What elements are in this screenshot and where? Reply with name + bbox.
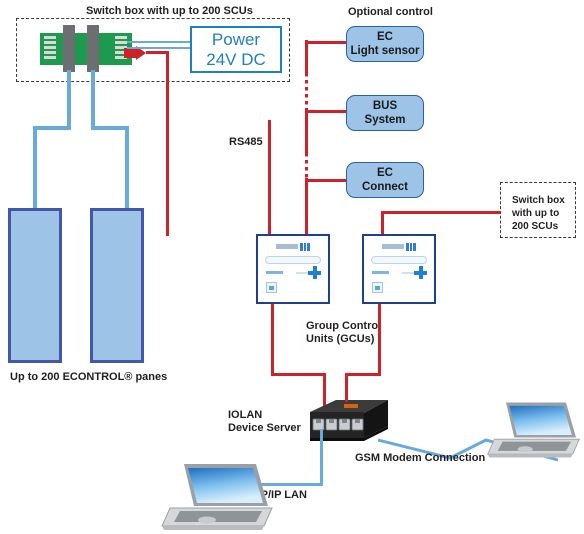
power-wire-top [127,41,191,43]
rs485-wire-vertical [166,51,169,236]
right-switchbox-wire-v [381,211,384,236]
gsm-modem-label: GSM Modem Connection [355,452,486,464]
gcu-2-slider[interactable] [371,256,427,264]
group-control-unit-1[interactable] [256,234,330,304]
gcu-2-plus-icon[interactable] [414,266,427,279]
bus-system-line-1: BUS [372,100,398,112]
scu-module-1 [63,25,75,72]
gcu1-top-wire [268,120,271,236]
branch-light-sensor [305,41,349,44]
gcu-1-slider[interactable] [265,256,321,264]
gcu1-to-iolan-h [271,373,326,376]
ec-connect-line-2: Connect [362,181,408,193]
gcu-2-logo [382,243,416,251]
optional-trunk-dotted-2 [305,153,308,178]
branch-ec-connect [305,179,349,182]
pane-cable-h1 [33,126,71,130]
optional-trunk-dotted-1 [305,73,308,109]
power-line-1: Power [211,29,261,49]
tcpip-wire-vertical [320,429,323,485]
power-line-2: 24V DC [206,49,266,69]
optional-control-bus-system[interactable]: BUS System [346,95,424,131]
switch-box-left-label: Switch box with up to 200 SCUs [86,5,253,17]
bus-system-line-2: System [364,114,406,126]
laptop-gsm-modem[interactable] [486,398,584,462]
pane-cable-down-left [33,126,37,210]
optional-control-ec-light-sensor[interactable]: EC Light sensor [346,26,424,62]
rs485-label: RS485 [229,136,263,148]
gcu1-to-iolan-v [271,304,274,376]
power-wire-bottom [127,47,191,49]
gcu2-to-iolan-v [378,304,381,376]
gcu-1-logo [276,243,310,251]
gcu-1-plus-icon[interactable] [308,266,321,279]
optional-trunk-seg-2 [305,109,308,153]
gcu-2-action-button[interactable] [372,282,383,293]
branch-bus-system [305,110,349,113]
econtrol-pane-2 [90,208,144,363]
econtrol-pane-1 [8,208,62,363]
optional-control-ec-connect[interactable]: EC Connect [346,162,424,198]
ec-connect-line-1: EC [377,167,393,179]
iolan-device-server[interactable] [292,398,392,452]
group-control-unit-2[interactable] [362,234,436,304]
pcb-pads-left [44,36,56,62]
network-diagram: Switch box with up to 200 SCUs Power 24V… [0,0,584,534]
optional-trunk-seg-3 [305,178,308,236]
gcu-1-action-button[interactable] [266,282,277,293]
gcu-1-indicator-primary [266,271,283,274]
ec-light-sensor-line-1: EC [377,31,393,43]
ec-light-sensor-line-2: Light sensor [350,45,420,57]
gcu-1-indicator-secondary [296,272,308,274]
gcu-group-label: Group Control Units (GCUs) [306,320,382,345]
pane-cable-v2 [91,70,95,126]
econtrol-panes-label: Up to 200 ECONTROL® panes [10,371,168,383]
optional-control-label: Optional control [348,6,433,18]
pane-cable-v1 [67,70,71,126]
switch-box-right-label: Switch box with up to 200 SCUs [512,195,565,232]
pane-cable-h2 [91,126,129,130]
iolan-label: IOLAN Device Server [228,409,301,434]
optional-trunk-seg-1 [305,40,308,73]
gcu-2-indicator-primary [372,271,389,274]
scu-module-2 [87,25,99,72]
pane-cable-down-right [125,126,129,210]
right-switchbox-wire-h [381,211,501,214]
laptop-tcpip-lan[interactable] [160,460,280,534]
gcu2-to-iolan-h [345,373,381,376]
gcu-2-indicator-secondary [402,272,414,274]
power-supply-box: Power 24V DC [190,26,282,73]
